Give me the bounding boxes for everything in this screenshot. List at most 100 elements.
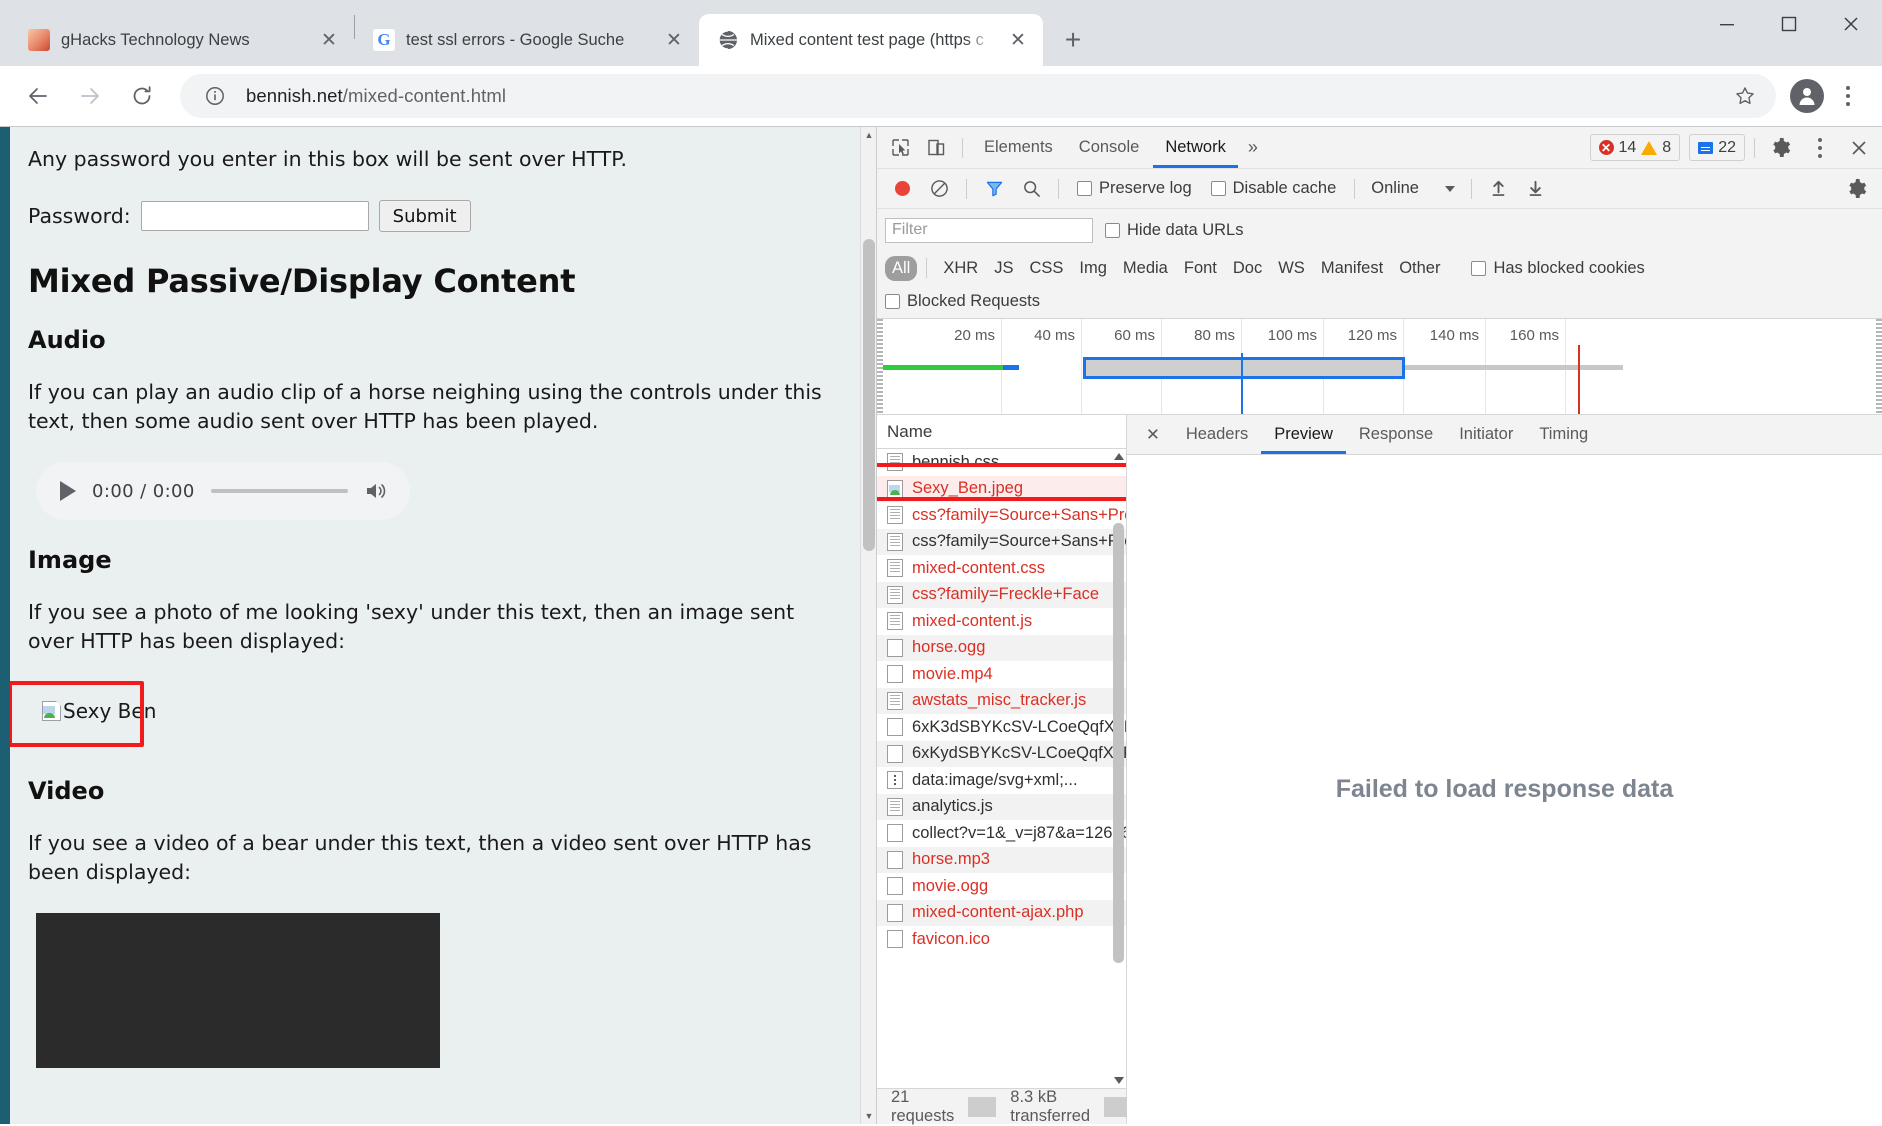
table-row[interactable]: bennish.css [877, 449, 1126, 476]
search-icon[interactable] [1014, 174, 1048, 204]
type-filter-doc[interactable]: Doc [1226, 256, 1269, 281]
tab-headers[interactable]: Headers [1173, 415, 1261, 454]
clear-icon[interactable] [922, 174, 956, 204]
request-list-scrollbar-thumb[interactable] [1113, 523, 1124, 963]
new-tab-button[interactable]: + [1053, 20, 1093, 60]
address-bar[interactable]: bennish.net/mixed-content.html [180, 74, 1776, 118]
table-row[interactable]: mixed-content.css [877, 555, 1126, 582]
tab-close-icon[interactable]: ✕ [661, 27, 687, 53]
issues-counter[interactable]: ✕ 14 8 [1589, 134, 1681, 161]
table-row[interactable]: horse.ogg [877, 634, 1126, 661]
reload-icon[interactable] [118, 72, 166, 120]
request-list[interactable]: bennish.css Sexy_Ben.jpeg css?family=Sou… [877, 449, 1126, 1088]
more-tabs-icon[interactable]: » [1240, 127, 1266, 168]
table-row[interactable]: 6xKydSBYKcSV-LCoeQqfX1RY. [877, 740, 1126, 767]
tab-close-icon[interactable]: ✕ [316, 27, 342, 53]
record-icon[interactable] [885, 174, 919, 204]
info-circle-icon[interactable] [198, 79, 232, 113]
type-filter-xhr[interactable]: XHR [936, 256, 985, 281]
password-input[interactable] [140, 201, 369, 232]
hide-data-urls-checkbox[interactable]: Hide data URLs [1105, 221, 1251, 240]
audio-player[interactable]: 0:00 / 0:00 [36, 462, 410, 521]
blocked-requests-checkbox[interactable]: Blocked Requests [885, 292, 1048, 311]
upload-icon[interactable] [1482, 174, 1516, 204]
type-filter-ws[interactable]: WS [1271, 256, 1312, 281]
throttle-dropdown[interactable]: Online [1365, 179, 1461, 198]
gear-icon[interactable] [1764, 133, 1798, 163]
type-filter-manifest[interactable]: Manifest [1314, 256, 1390, 281]
tab-network[interactable]: Network [1153, 127, 1238, 168]
type-filter-other[interactable]: Other [1392, 256, 1447, 281]
table-row[interactable]: Sexy_Ben.jpeg [877, 475, 1126, 502]
table-row[interactable]: 6xK3dSBYKcSV-LCoeQqfX1RY. [877, 714, 1126, 741]
table-row[interactable]: awstats_misc_tracker.js [877, 687, 1126, 714]
funnel-icon[interactable] [977, 174, 1011, 204]
preserve-log-checkbox[interactable]: Preserve log [1069, 179, 1200, 198]
submit-button[interactable]: Submit [378, 200, 471, 233]
type-filter-media[interactable]: Media [1116, 256, 1175, 281]
tab-google-search[interactable]: G test ssl errors - Google Suche ✕ [355, 14, 699, 66]
table-row[interactable]: movie.mp4 [877, 661, 1126, 688]
messages-counter[interactable]: 22 [1689, 134, 1745, 161]
close-icon[interactable] [1842, 133, 1876, 163]
request-list-scrollbar[interactable] [1111, 449, 1126, 1088]
type-filter-all[interactable]: All [885, 255, 918, 281]
scroll-up-arrow-icon[interactable]: ▲ [861, 127, 876, 143]
tab-initiator[interactable]: Initiator [1446, 415, 1526, 454]
download-icon[interactable] [1519, 174, 1553, 204]
overview-grip[interactable] [1876, 319, 1882, 414]
filter-input[interactable]: Filter [885, 217, 1093, 243]
tab-ghacks[interactable]: gHacks Technology News ✕ [10, 14, 354, 66]
type-filter-css[interactable]: CSS [1022, 256, 1070, 281]
tab-close-icon[interactable]: ✕ [1005, 27, 1031, 53]
scroll-down-arrow-icon[interactable] [1111, 1073, 1126, 1088]
forward-arrow-icon[interactable] [66, 72, 114, 120]
has-blocked-cookies-checkbox[interactable]: Has blocked cookies [1463, 259, 1652, 278]
tab-response[interactable]: Response [1346, 415, 1446, 454]
star-icon[interactable] [1728, 79, 1762, 113]
minimize-icon[interactable] [1696, 0, 1758, 48]
table-row[interactable]: css?family=Source+Sans+Pro: [877, 502, 1126, 529]
page-scrollbar[interactable]: ▲ ▼ [860, 127, 876, 1124]
back-arrow-icon[interactable] [14, 72, 62, 120]
table-row[interactable]: mixed-content-ajax.php [877, 899, 1126, 926]
avatar-icon[interactable] [1790, 79, 1824, 113]
device-toolbar-icon[interactable] [919, 133, 953, 163]
network-overview-timeline[interactable]: 20 ms 40 ms 60 ms 80 ms 100 ms 120 ms 14… [877, 319, 1882, 415]
disable-cache-checkbox[interactable]: Disable cache [1203, 179, 1345, 198]
column-header-name[interactable]: Name [877, 415, 1126, 449]
table-row[interactable]: mixed-content.js [877, 608, 1126, 635]
kebab-menu-icon[interactable] [1800, 126, 1840, 170]
play-icon[interactable] [60, 481, 76, 502]
overview-canvas[interactable]: 20 ms 40 ms 60 ms 80 ms 100 ms 120 ms 14… [883, 319, 1876, 414]
table-row[interactable]: css?family=Freckle+Face [877, 581, 1126, 608]
tab-preview[interactable]: Preview [1261, 415, 1346, 454]
table-row[interactable]: collect?v=1&_v=j87&a=12606 [877, 820, 1126, 847]
overview-selection-window[interactable] [1083, 357, 1405, 379]
page-scrollbar-thumb[interactable] [863, 239, 875, 551]
tab-mixed-content[interactable]: Mixed content test page (https c ✕ [699, 14, 1043, 66]
type-filter-img[interactable]: Img [1072, 256, 1114, 281]
tab-console[interactable]: Console [1067, 127, 1152, 168]
close-icon[interactable]: ✕ [1133, 415, 1173, 454]
tab-timing[interactable]: Timing [1526, 415, 1601, 454]
gear-icon[interactable] [1840, 174, 1874, 204]
type-filter-font[interactable]: Font [1177, 256, 1224, 281]
scroll-down-arrow-icon[interactable]: ▼ [861, 1108, 876, 1124]
broken-image[interactable]: Sexy Ben [28, 689, 170, 741]
type-filter-js[interactable]: JS [987, 256, 1020, 281]
table-row[interactable]: favicon.ico [877, 926, 1126, 953]
table-row[interactable]: horse.mp3 [877, 846, 1126, 873]
video-player[interactable] [36, 912, 440, 1068]
audio-progress-slider[interactable] [210, 489, 348, 494]
kebab-menu-icon[interactable] [1828, 74, 1868, 118]
maximize-icon[interactable] [1758, 0, 1820, 48]
scroll-up-arrow-icon[interactable] [1111, 449, 1126, 464]
close-icon[interactable] [1820, 0, 1882, 48]
tab-elements[interactable]: Elements [972, 127, 1065, 168]
table-row[interactable]: css?family=Source+Sans+Pro: [877, 528, 1126, 555]
table-row[interactable]: data:image/svg+xml;... [877, 767, 1126, 794]
volume-icon[interactable] [364, 478, 390, 504]
table-row[interactable]: analytics.js [877, 793, 1126, 820]
table-row[interactable]: movie.ogg [877, 873, 1126, 900]
